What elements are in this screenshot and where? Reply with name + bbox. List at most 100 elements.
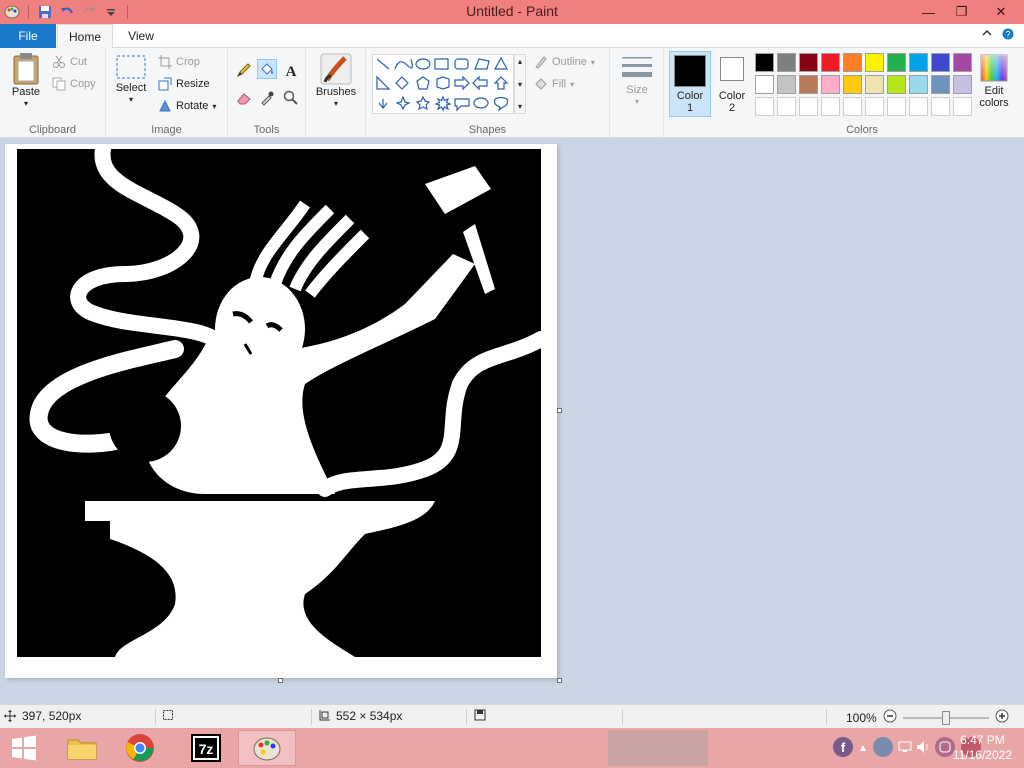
ribbon-tab-bar: File Home View ? [0,24,1024,49]
start-button[interactable] [6,730,42,766]
text-tool[interactable]: A [281,60,301,80]
color2-button[interactable]: Color 2 [712,52,752,114]
paint-app-icon[interactable] [4,4,20,20]
custom-color-slot[interactable] [909,97,928,116]
color-swatch[interactable] [755,75,774,94]
color-swatch[interactable] [755,53,774,72]
volume-icon[interactable] [916,740,930,757]
chrome-icon [126,734,154,762]
color-swatch[interactable] [887,75,906,94]
restore-button[interactable]: ❐ [945,0,978,24]
custom-color-slot[interactable] [821,97,840,116]
color-swatch[interactable] [777,75,796,94]
network-icon[interactable] [898,740,912,757]
paste-button[interactable]: Paste ▾ [6,52,46,110]
resize-handle-bottom[interactable] [278,678,283,683]
customize-qat-icon[interactable] [103,4,119,20]
canvas-workspace[interactable] [0,138,1024,704]
brushes-button[interactable]: Brushes ▾ [312,52,360,110]
scroll-up-icon[interactable]: ▴ [518,57,522,66]
color-swatch[interactable] [821,53,840,72]
color-swatch[interactable] [799,53,818,72]
copy-button[interactable]: Copy [52,75,96,93]
show-hidden-icons[interactable]: ▲ [858,743,868,754]
crop-button[interactable]: Crop [158,53,200,71]
taskbar-paint[interactable] [238,730,296,766]
custom-color-slot[interactable] [755,97,774,116]
folder-icon [67,739,97,760]
taskbar-file-explorer[interactable] [56,730,108,766]
cursor-move-icon [4,710,16,722]
zoom-in-icon[interactable] [995,709,1009,726]
custom-color-slot[interactable] [865,97,884,116]
custom-color-slot[interactable] [799,97,818,116]
statusbar-separator [826,709,827,725]
redo-icon[interactable] [81,4,97,20]
edit-colors-button[interactable]: Edit colors [974,54,1014,109]
fill-button[interactable]: Fill ▾ [534,75,574,93]
scroll-down-icon[interactable]: ▾ [518,80,522,89]
undo-icon[interactable] [59,4,75,20]
clock-time: 6:47 PM [960,733,1005,747]
twitter-icon[interactable] [872,736,894,761]
color-swatch[interactable] [799,75,818,94]
resize-handle-right[interactable] [557,408,562,413]
resize-button[interactable]: Resize [158,75,210,93]
resize-label: Resize [176,78,210,90]
shapes-gallery-scrollbar[interactable]: ▴ ▾ ▾ [514,54,526,114]
custom-color-slot[interactable] [887,97,906,116]
color-swatch[interactable] [931,53,950,72]
color-swatch[interactable] [909,75,928,94]
taskbar-clock[interactable]: 6:47 PM 11/16/2022 [953,733,1012,763]
tab-view[interactable]: View [113,24,169,48]
drawing-canvas[interactable] [5,141,557,678]
magnifier-tool[interactable] [281,88,301,108]
color-swatch[interactable] [777,53,796,72]
save-icon[interactable] [37,4,53,20]
outline-button[interactable]: Outline ▾ [534,53,595,71]
tab-home[interactable]: Home [57,24,113,49]
windows-logo-icon [12,735,36,761]
color1-button[interactable]: Color 1 [669,51,711,117]
color-swatch[interactable] [865,75,884,94]
zoom-slider[interactable] [902,710,989,725]
zoom-out-icon[interactable] [883,709,897,726]
pencil-tool[interactable] [234,60,254,80]
custom-color-slot[interactable] [953,97,972,116]
color-swatch[interactable] [843,75,862,94]
zoom-slider-thumb[interactable] [941,710,950,725]
select-button[interactable]: Select ▾ [112,54,150,106]
taskbar-7zip[interactable]: 7z [184,730,228,766]
collapse-ribbon-icon[interactable] [982,28,992,43]
facebook-icon[interactable]: f [832,736,854,761]
expand-gallery-icon[interactable]: ▾ [518,102,522,111]
cut-button[interactable]: Cut [52,53,87,71]
color1-swatch [674,55,706,87]
help-icon[interactable]: ? [1002,28,1014,43]
color-swatch[interactable] [821,75,840,94]
color-swatch[interactable] [953,53,972,72]
custom-color-slot[interactable] [931,97,950,116]
size-button[interactable]: Size ▾ [618,54,656,108]
color-swatch[interactable] [843,53,862,72]
tab-file[interactable]: File [0,24,56,48]
rotate-button[interactable]: Rotate ▾ [158,97,216,115]
color-swatch[interactable] [887,53,906,72]
color-picker-tool[interactable] [257,88,277,108]
color-swatch[interactable] [865,53,884,72]
svg-text:f: f [841,740,846,755]
eraser-tool[interactable] [234,88,254,108]
custom-color-slot[interactable] [777,97,796,116]
resize-handle-corner[interactable] [557,678,562,683]
shapes-gallery[interactable] [372,54,514,114]
custom-color-slot[interactable] [843,97,862,116]
taskbar-thumbnail[interactable] [608,730,708,766]
minimize-button[interactable]: — [912,0,945,24]
color-swatch[interactable] [909,53,928,72]
fill-tool[interactable] [257,59,277,79]
close-button[interactable]: ✕ [978,0,1024,24]
statusbar-separator [155,709,156,725]
color-swatch[interactable] [953,75,972,94]
taskbar-chrome[interactable] [118,730,162,766]
color-swatch[interactable] [931,75,950,94]
